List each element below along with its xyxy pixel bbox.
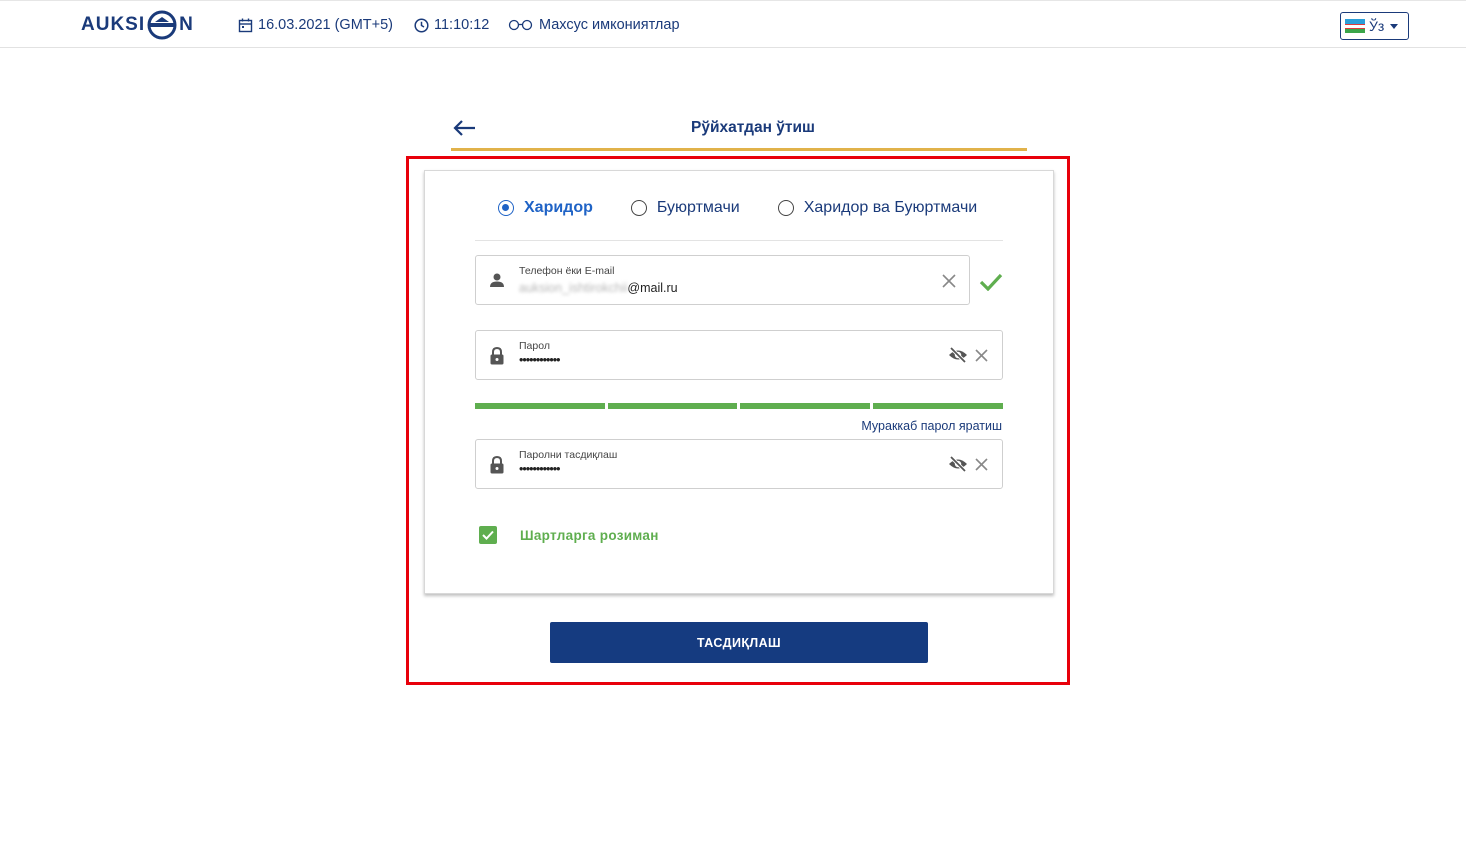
clock-icon — [414, 17, 429, 33]
time-text: 11:10:12 — [434, 17, 490, 33]
calendar-icon — [238, 18, 253, 32]
logo[interactable]: AUKSI N — [81, 10, 194, 40]
highlight-box — [406, 156, 1070, 685]
back-arrow-icon[interactable] — [452, 118, 476, 138]
logo-emblem-icon — [147, 10, 177, 40]
language-label: Ўз — [1369, 18, 1385, 34]
glasses-icon — [508, 19, 533, 31]
special-features-label: Махсус имкониятлар — [539, 17, 680, 33]
logo-text-right: N — [179, 14, 194, 35]
uzbekistan-flag-icon — [1345, 19, 1365, 33]
logo-text-left: AUKSI — [81, 14, 146, 35]
header-bar: AUKSI N 16.03.2021 (GMT+5) 11:10:12 Махс… — [0, 1, 1466, 48]
chevron-down-icon — [1390, 23, 1399, 29]
date-text: 16.03.2021 (GMT+5) — [258, 17, 394, 33]
special-features-link[interactable]: Махсус имкониятлар — [508, 17, 680, 33]
title-underline — [451, 148, 1027, 151]
page-title: Рўйхатдан ўтиш — [691, 119, 815, 136]
header-time: 11:10:12 — [414, 17, 489, 33]
language-selector[interactable]: Ўз — [1340, 12, 1409, 40]
header-date: 16.03.2021 (GMT+5) — [238, 17, 393, 33]
